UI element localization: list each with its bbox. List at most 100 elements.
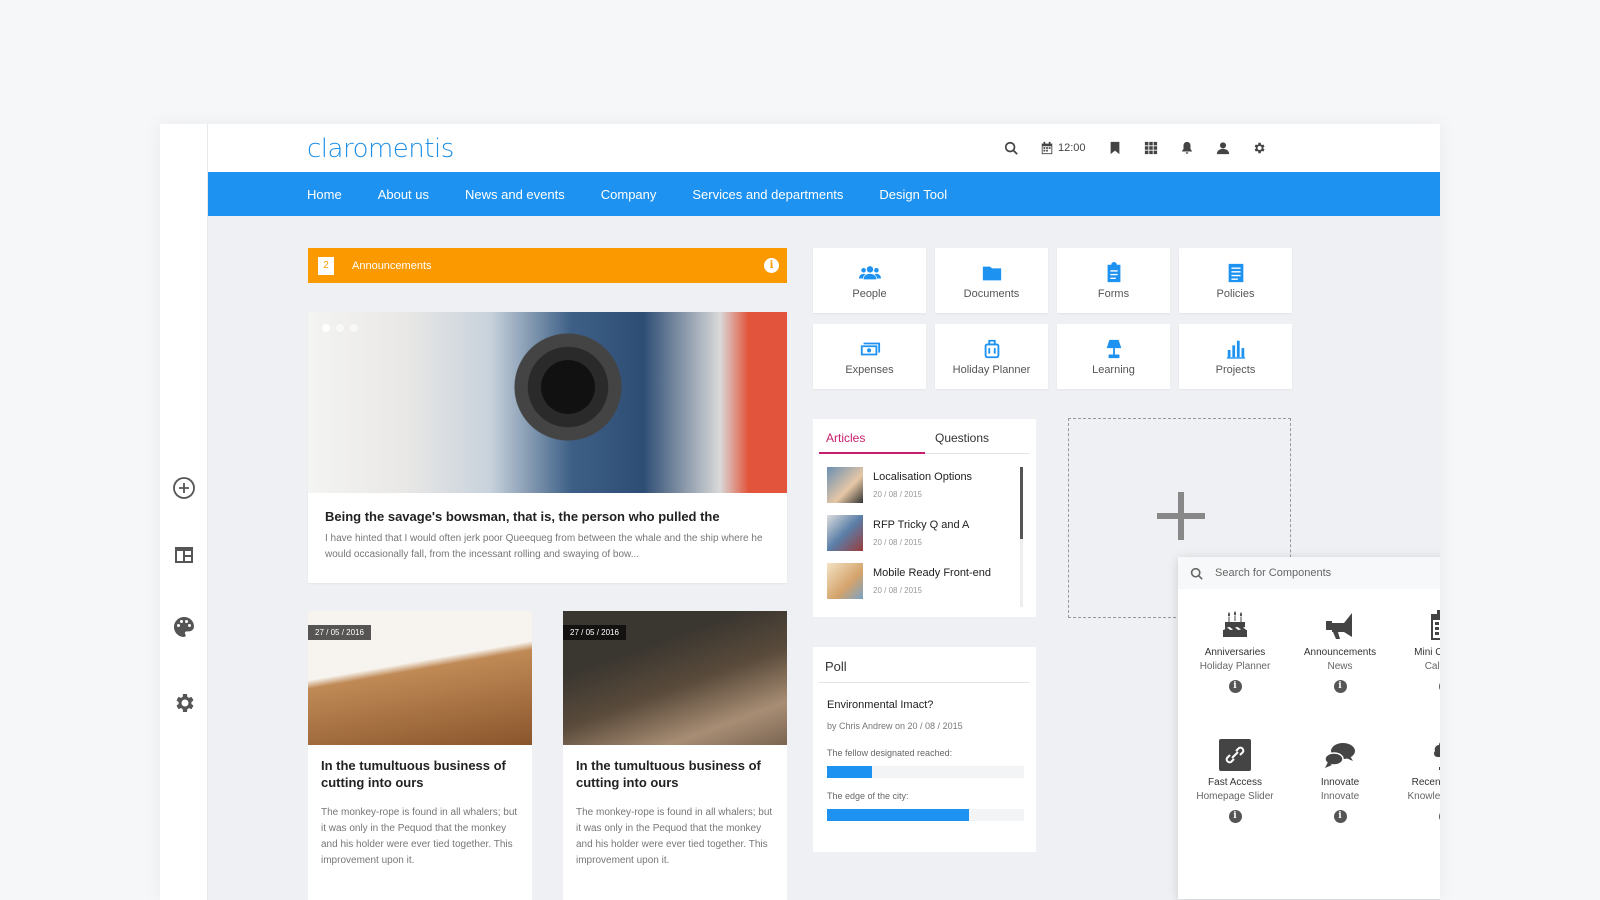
info-icon[interactable]: i [1228, 810, 1242, 823]
info-icon[interactable]: i [1228, 680, 1242, 693]
component-category: Innovate [1320, 791, 1360, 802]
plus-icon[interactable] [1157, 492, 1205, 540]
quick-link-policies[interactable]: Policies [1179, 248, 1292, 313]
component-name: Innovate [1320, 777, 1360, 788]
component-name: Recent Articles [1411, 777, 1440, 788]
slider-dots [322, 324, 364, 332]
apps-grid-icon[interactable] [1144, 141, 1158, 155]
active-tab-indicator [819, 452, 925, 454]
main-nav: Home About us News and events Company Se… [208, 172, 1440, 216]
quick-link-label: Forms [1097, 288, 1130, 300]
bell-icon[interactable] [1180, 141, 1194, 155]
news-slider[interactable]: Being the savage's bowsman, that is, the… [308, 312, 787, 583]
poll-byline: by Chris Andrew on 20 / 08 / 2015 [827, 721, 963, 731]
luggage-icon [984, 339, 999, 359]
add-circle-icon[interactable] [172, 476, 196, 500]
article-date: 20 / 08 / 2015 [873, 586, 922, 595]
poll-widget: Poll Environmental Imact? by Chris Andre… [813, 647, 1036, 852]
nav-item-services-and-departments[interactable]: Services and departments [692, 187, 843, 202]
bookmark-icon[interactable] [1108, 141, 1122, 155]
info-icon[interactable]: i [764, 258, 779, 273]
site-logo[interactable]: claromentis [307, 134, 454, 164]
slider-dot[interactable] [336, 324, 344, 332]
quick-link-holiday-planner[interactable]: Holiday Planner [935, 324, 1048, 389]
list-item[interactable]: Localisation Options 20 / 08 / 2015 [827, 467, 1017, 505]
quick-link-projects[interactable]: Projects [1179, 324, 1292, 389]
slider-dot[interactable] [322, 324, 330, 332]
article-thumbnail [827, 563, 863, 599]
component-anniversaries[interactable]: Anniversaries Holiday Planner i [1180, 609, 1290, 693]
info-icon[interactable]: i [1438, 680, 1440, 693]
info-icon[interactable]: i [1333, 810, 1347, 823]
component-search-input[interactable] [1215, 567, 1440, 579]
chat-bubbles-icon [1324, 739, 1356, 771]
tab-articles[interactable]: Articles [826, 431, 865, 445]
hero-title[interactable]: Being the savage's bowsman, that is, the… [325, 509, 720, 524]
card-date: 27 / 05 / 2016 [308, 625, 371, 640]
card-title[interactable]: In the tumultuous business of cutting in… [321, 757, 521, 791]
news-card[interactable]: 27 / 05 / 2016 In the tumultuous busines… [563, 611, 787, 900]
nav-item-company[interactable]: Company [601, 187, 657, 202]
quick-link-forms[interactable]: Forms [1057, 248, 1170, 313]
nav-item-news-and-events[interactable]: News and events [465, 187, 565, 202]
info-icon[interactable]: i [1438, 810, 1440, 823]
camera-photo [508, 322, 628, 452]
clock-time: 12:00 [1058, 142, 1086, 154]
component-name: Anniversaries [1204, 647, 1266, 658]
calendar-button[interactable]: 12:00 [1040, 141, 1086, 155]
news-card[interactable]: 27 / 05 / 2016 In the tumultuous busines… [308, 611, 532, 900]
quick-link-people[interactable]: People [813, 248, 926, 313]
cake-icon [1219, 609, 1251, 641]
page-frame: claromentis 12:00 Home About us News and… [160, 124, 1440, 900]
info-icon[interactable]: i [1333, 680, 1347, 693]
user-icon[interactable] [1216, 141, 1230, 155]
search-icon[interactable] [1004, 141, 1018, 155]
quick-link-expenses[interactable]: Expenses [813, 324, 926, 389]
component-name: Mini Calendar [1414, 647, 1440, 658]
article-thumbnail [827, 467, 863, 503]
nav-item-about-us[interactable]: About us [378, 187, 429, 202]
card-excerpt: The monkey-rope is found in all whalers;… [321, 807, 518, 866]
component-name: Fast Access [1208, 777, 1262, 788]
calendar-icon [1429, 609, 1440, 641]
slider-dot[interactable] [350, 324, 358, 332]
card-title[interactable]: In the tumultuous business of cutting in… [576, 757, 776, 791]
card-image: 27 / 05 / 2016 [308, 611, 532, 745]
scrollbar-thumb[interactable] [1020, 467, 1023, 539]
component-fast-access[interactable]: Fast Access Homepage Slider i [1180, 739, 1290, 823]
nav-item-home[interactable]: Home [307, 187, 342, 202]
top-icon-bar: 12:00 [1004, 124, 1288, 172]
clipboard-icon [1107, 262, 1120, 283]
quick-link-learning[interactable]: Learning [1057, 324, 1170, 389]
gear-icon[interactable] [172, 691, 196, 715]
component-innovate[interactable]: Innovate Innovate i [1285, 739, 1395, 823]
gear-icon[interactable] [1252, 141, 1266, 155]
bar-chart-icon [1226, 340, 1245, 359]
palette-icon[interactable] [172, 615, 196, 639]
article-title: RFP Tricky Q and A [873, 519, 970, 531]
tab-questions[interactable]: Questions [935, 431, 989, 445]
list-item[interactable]: RFP Tricky Q and A 20 / 08 / 2015 [827, 515, 1017, 553]
quick-link-documents[interactable]: Documents [935, 248, 1048, 313]
nav-item-design-tool[interactable]: Design Tool [879, 187, 947, 202]
component-picker: Anniversaries Holiday Planner i Announce… [1178, 557, 1440, 899]
component-category: Homepage Slider [1196, 791, 1274, 802]
poll-title: Poll [825, 659, 847, 674]
component-mini-calendar[interactable]: Mini Calendar Calendar i [1390, 609, 1440, 693]
editor-side-rail [160, 124, 208, 900]
quick-link-label: Projects [1215, 364, 1256, 376]
component-recent-articles[interactable]: Recent Articles Knowledge Base i [1390, 739, 1440, 823]
link-icon [1219, 739, 1251, 771]
top-bar: claromentis 12:00 [208, 124, 1440, 172]
component-category: Holiday Planner [1199, 661, 1271, 672]
component-announcements[interactable]: Announcements News i [1285, 609, 1395, 693]
quick-link-label: Documents [963, 288, 1020, 300]
poll-question[interactable]: Environmental Imact? [827, 699, 933, 711]
announcements-bar[interactable]: 2 Announcements i [308, 248, 787, 283]
layout-icon[interactable] [172, 543, 196, 567]
poll-result-bar [827, 809, 1024, 821]
quick-link-label: Holiday Planner [952, 364, 1031, 376]
list-item[interactable]: Mobile Ready Front-end 20 / 08 / 2015 [827, 563, 1017, 601]
poll-divider [819, 682, 1029, 683]
poll-option-label: The edge of the city: [827, 791, 909, 801]
